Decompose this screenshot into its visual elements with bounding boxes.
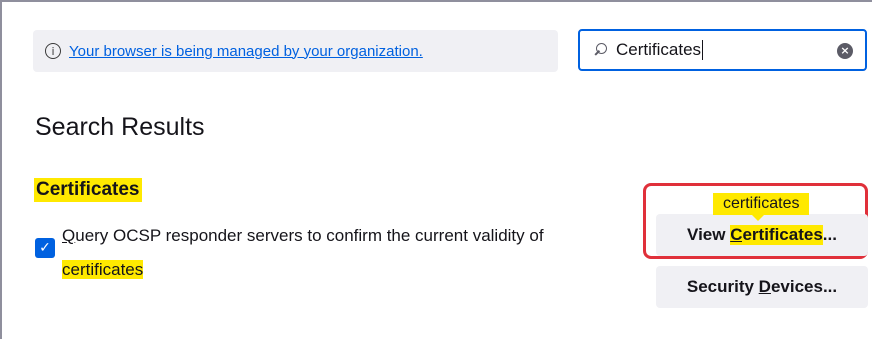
security-button-rest: evices... (770, 277, 838, 296)
ocsp-checkbox[interactable]: ✓ (35, 238, 55, 258)
ocsp-label-highlight: certificates (62, 260, 144, 279)
info-icon: i (45, 43, 61, 59)
view-button-accesskey: C (730, 225, 743, 245)
view-button-suffix: ... (822, 225, 837, 244)
page-title: Search Results (35, 113, 205, 141)
managed-notice-bar: i Your browser is being managed by your … (33, 30, 558, 72)
search-input[interactable]: Certificates × (578, 29, 867, 71)
search-match-tooltip: certificates (713, 193, 810, 215)
window-frame-top (0, 0, 872, 2)
security-devices-button[interactable]: Security Devices... (656, 266, 868, 308)
window-frame-left (0, 0, 2, 339)
clear-icon[interactable]: × (837, 43, 853, 59)
text-caret (702, 40, 704, 60)
view-button-prefix: View (687, 225, 731, 244)
section-heading-certificates: Certificates (34, 178, 142, 202)
ocsp-label-text: uery OCSP responder servers to confirm t… (75, 226, 544, 245)
security-button-accesskey: D (758, 277, 771, 296)
search-icon (594, 43, 608, 57)
ocsp-checkbox-label[interactable]: Query OCSP responder servers to confirm … (62, 219, 642, 287)
search-input-value: Certificates (616, 40, 702, 59)
tooltip-arrow (752, 215, 764, 221)
managed-notice-link[interactable]: Your browser is being managed by your or… (69, 43, 423, 60)
accesskey-q: Q (62, 226, 76, 245)
view-button-highlight: ertificates (742, 225, 823, 245)
security-button-prefix: Security (686, 277, 759, 296)
